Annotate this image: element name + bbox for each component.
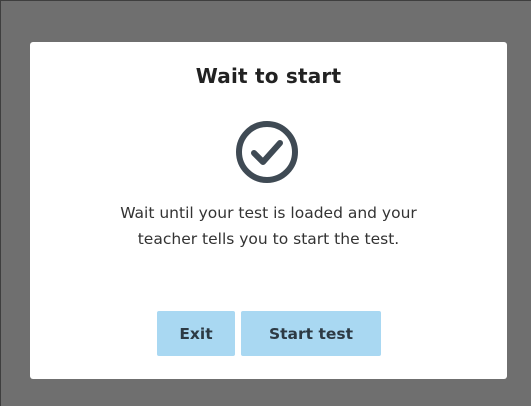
wait-to-start-dialog: Wait to start Wait until your test is lo… [30, 42, 507, 379]
dialog-message-line-1: Wait until your test is loaded and your [120, 204, 417, 222]
exit-button[interactable]: Exit [157, 311, 235, 356]
check-circle-icon [236, 121, 298, 183]
dialog-message-line-2: teacher tells you to start the test. [137, 230, 400, 248]
dialog-title: Wait to start [195, 64, 342, 88]
dialog-message: Wait until your test is loaded and your … [50, 200, 487, 252]
dialog-actions: Exit Start test [157, 311, 381, 356]
start-test-button[interactable]: Start test [241, 311, 381, 356]
